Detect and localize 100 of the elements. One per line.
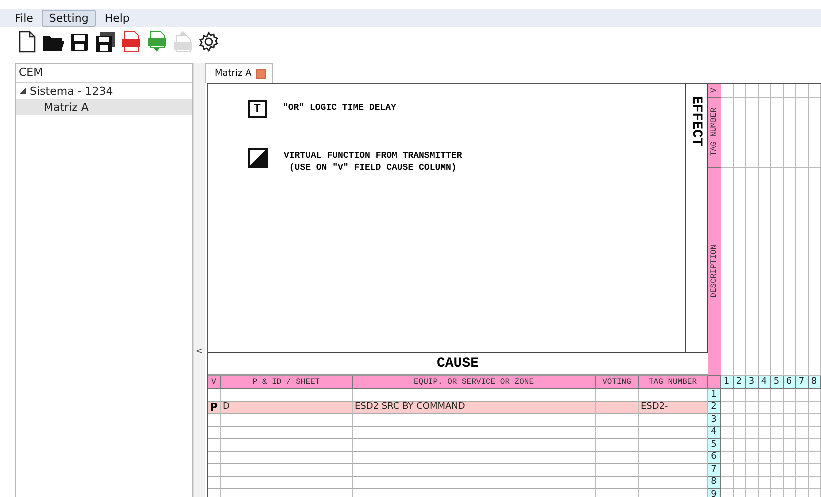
grid-cell xyxy=(758,402,771,414)
grid-cell xyxy=(784,476,796,489)
grid-cell xyxy=(808,402,821,414)
grid-cell xyxy=(784,389,796,402)
grid-cell xyxy=(721,426,734,439)
settings-icon[interactable] xyxy=(198,30,220,54)
grid-cell xyxy=(808,464,821,476)
grid-cell xyxy=(734,84,746,98)
column-header: P & ID / SHEET xyxy=(221,376,353,389)
row-number: 2 xyxy=(708,402,721,414)
column-number: 6 xyxy=(784,376,796,389)
grid-cell xyxy=(771,476,784,489)
grid-cell xyxy=(758,84,771,98)
grid-cell xyxy=(758,98,771,168)
effect-title: EFFECT xyxy=(688,96,704,146)
menu-item[interactable]: Setting xyxy=(42,10,96,26)
grid-cell xyxy=(784,426,796,439)
grid-cell xyxy=(746,402,758,414)
column-number: 3 xyxy=(746,376,758,389)
menu-item[interactable]: Help xyxy=(98,10,137,26)
grid-cell xyxy=(746,98,758,168)
grid-cell xyxy=(771,426,784,439)
stacked-floppy-icon[interactable] xyxy=(94,30,116,54)
tree-item[interactable]: Sistema - 1234 xyxy=(16,83,192,99)
spreadsheet-down-arrow-icon[interactable] xyxy=(146,30,168,54)
pdf-document-icon[interactable] xyxy=(120,30,142,54)
grid-cell xyxy=(746,452,758,464)
grid-cell xyxy=(734,402,746,414)
grid-cell xyxy=(721,476,734,489)
grid-cell xyxy=(746,414,758,426)
table-cell xyxy=(596,414,639,426)
table-cell xyxy=(639,414,708,426)
grid-cell xyxy=(808,452,821,464)
splitter[interactable]: < xyxy=(193,63,205,497)
table-cell xyxy=(596,439,639,452)
collapse-button[interactable]: < xyxy=(196,347,204,357)
grid-cell xyxy=(784,414,796,426)
grid-cell xyxy=(808,98,821,168)
grid-cell xyxy=(784,84,796,98)
grid-cell xyxy=(746,439,758,452)
grid-cell xyxy=(771,464,784,476)
grid-cell xyxy=(796,426,808,439)
grid-cell xyxy=(734,389,746,402)
grid-cell xyxy=(758,464,771,476)
grid-cell xyxy=(796,84,808,98)
tree-item[interactable]: Matriz A xyxy=(16,99,192,115)
expand-triangle-icon[interactable] xyxy=(20,88,26,94)
grid-cell xyxy=(771,439,784,452)
grid-cell xyxy=(758,389,771,402)
grid-cell xyxy=(746,476,758,489)
table-cell xyxy=(596,402,639,414)
grid-cell xyxy=(771,389,784,402)
grid-cell xyxy=(796,464,808,476)
table-cell: ESD2 SRC BY COMMAND xyxy=(353,402,596,414)
grid-cell xyxy=(796,402,808,414)
grid-cell xyxy=(746,389,758,402)
table-cell xyxy=(596,452,639,464)
column-number: 4 xyxy=(758,376,771,389)
table-cell xyxy=(596,464,639,476)
row-number: 3 xyxy=(708,414,721,426)
row-number: 7 xyxy=(708,464,721,476)
grid-cell xyxy=(808,389,821,402)
column-header: DESCRIPTION xyxy=(708,168,721,376)
header-corner xyxy=(708,376,721,389)
grid-cell xyxy=(771,84,784,98)
grid-cell xyxy=(808,426,821,439)
grid-cell xyxy=(808,84,821,98)
grid-cell xyxy=(796,389,808,402)
grid-cell xyxy=(758,414,771,426)
grid-cell xyxy=(758,452,771,464)
grid-cell xyxy=(796,439,808,452)
grid-cell xyxy=(721,84,734,98)
column-number: 7 xyxy=(796,376,808,389)
grid-cell xyxy=(808,476,821,489)
table-cell xyxy=(639,464,708,476)
grid-cell xyxy=(734,98,746,168)
grid-cell xyxy=(784,464,796,476)
grid-cell xyxy=(746,464,758,476)
grid-cell xyxy=(734,426,746,439)
grid-cell xyxy=(784,402,796,414)
column-header: TAG NUMBER xyxy=(639,376,708,389)
grid-cell xyxy=(758,426,771,439)
grid-cell xyxy=(771,414,784,426)
row-number: 1 xyxy=(708,389,721,402)
grid-cell xyxy=(734,414,746,426)
table-cell: D xyxy=(221,402,353,414)
grid-cell xyxy=(796,98,808,168)
grid-cell xyxy=(721,439,734,452)
menu-item[interactable]: File xyxy=(8,10,40,26)
column-number: 5 xyxy=(771,376,784,389)
column-number: 8 xyxy=(808,376,821,389)
table-cell xyxy=(639,476,708,489)
grid-cell xyxy=(721,452,734,464)
table-cell xyxy=(596,389,639,402)
grid-cell xyxy=(746,84,758,98)
grid-cell xyxy=(721,414,734,426)
grid-cell xyxy=(758,476,771,489)
column-header: V xyxy=(708,84,721,98)
table-cell xyxy=(639,452,708,464)
tab[interactable]: Matriz A xyxy=(205,63,273,83)
